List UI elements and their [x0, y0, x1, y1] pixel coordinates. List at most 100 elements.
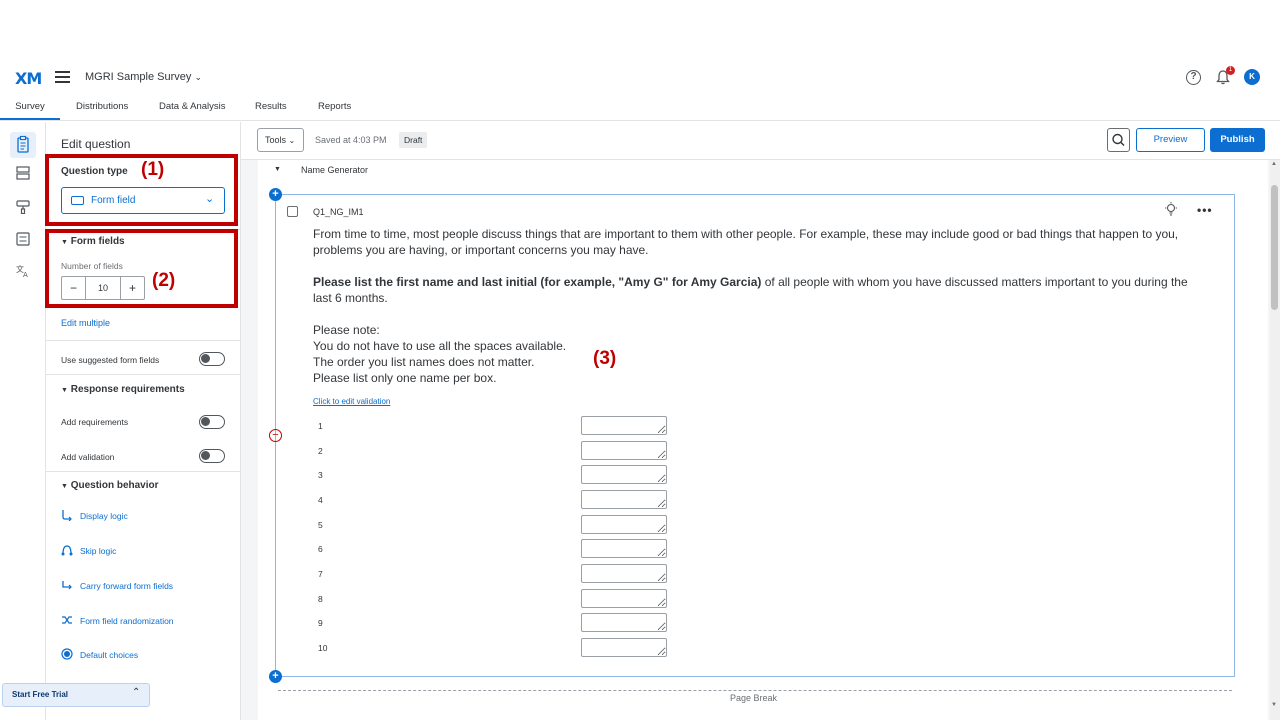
- carry-forward-icon: [61, 579, 73, 591]
- avatar[interactable]: K: [1244, 69, 1260, 85]
- annotation-label-2: (2): [152, 270, 176, 291]
- caret-down-icon: ▼: [61, 387, 68, 394]
- form-field-label: 10: [318, 643, 328, 653]
- form-field-label: 4: [318, 495, 323, 505]
- form-field-label: 3: [318, 470, 323, 480]
- form-field-input[interactable]: [581, 613, 667, 632]
- translate-icon[interactable]: 文A: [16, 264, 30, 279]
- search-icon: [1112, 133, 1125, 147]
- add-requirements-toggle[interactable]: [199, 415, 225, 429]
- main-tabs: Survey Distributions Data & Analysis Res…: [0, 94, 1280, 121]
- form-field-label: 8: [318, 594, 323, 604]
- skip-logic-icon: [61, 544, 73, 556]
- tab-survey[interactable]: Survey: [0, 94, 60, 120]
- tab-data-analysis[interactable]: Data & Analysis: [159, 94, 226, 120]
- caret-down-icon[interactable]: ▼: [274, 166, 281, 173]
- survey-options-icon[interactable]: [16, 232, 30, 246]
- form-field-input[interactable]: [581, 589, 667, 608]
- question-behavior-section-toggle[interactable]: ▼ Question behavior: [61, 480, 159, 491]
- radio-icon: [61, 648, 73, 660]
- add-validation-label: Add validation: [61, 452, 115, 462]
- preview-button[interactable]: Preview: [1136, 128, 1205, 152]
- page-break-line: [278, 690, 1232, 691]
- svg-text:A: A: [23, 271, 28, 278]
- divider: [46, 471, 241, 472]
- tab-results[interactable]: Results: [255, 94, 287, 120]
- question-instruction-bold: Please list the first name and last init…: [313, 275, 762, 289]
- display-logic-icon: [61, 509, 73, 522]
- survey-title: MGRI Sample Survey: [85, 71, 192, 83]
- scroll-down-icon[interactable]: ▼: [1271, 702, 1277, 708]
- annotation-box-2: [45, 229, 238, 308]
- form-field-label: 2: [318, 446, 323, 456]
- form-field-input[interactable]: [581, 465, 667, 484]
- survey-flow-icon[interactable]: [16, 166, 30, 180]
- use-suggested-toggle[interactable]: [199, 352, 225, 366]
- scrollbar-thumb[interactable]: [1271, 185, 1278, 310]
- form-field-input[interactable]: [581, 564, 667, 583]
- tools-button[interactable]: Tools ⌄: [257, 128, 304, 152]
- scroll-up-icon[interactable]: ▲: [1271, 161, 1277, 167]
- note-line: Please list only one name per box.: [313, 371, 497, 385]
- question-select-checkbox[interactable]: [287, 206, 298, 217]
- tools-label: Tools: [265, 135, 287, 145]
- look-and-feel-icon[interactable]: [16, 200, 30, 215]
- search-button[interactable]: [1107, 128, 1130, 152]
- add-question-above-icon[interactable]: +: [269, 188, 282, 201]
- divider: [46, 374, 241, 375]
- saved-status: Saved at 4:03 PM: [315, 135, 387, 145]
- question-behavior-label: Question behavior: [70, 480, 159, 491]
- annotation-label-1: (1): [141, 159, 165, 180]
- form-field-input[interactable]: [581, 441, 667, 460]
- start-free-trial-label: Start Free Trial: [12, 690, 69, 699]
- annotation-label-3: (3): [593, 348, 617, 369]
- question-card[interactable]: [275, 194, 1235, 677]
- add-validation-toggle[interactable]: [199, 449, 225, 463]
- tab-distributions[interactable]: Distributions: [76, 94, 128, 120]
- xm-logo[interactable]: XM: [15, 69, 42, 88]
- response-requirements-section-toggle[interactable]: ▼ Response requirements: [61, 384, 185, 395]
- question-instruction[interactable]: Please list the first name and last init…: [313, 274, 1193, 306]
- lightbulb-icon[interactable]: [1164, 202, 1178, 217]
- use-suggested-label: Use suggested form fields: [61, 355, 160, 365]
- form-field-label: 5: [318, 520, 323, 530]
- edit-multiple-link[interactable]: Edit multiple: [61, 318, 110, 328]
- help-icon[interactable]: ?: [1186, 70, 1201, 85]
- caret-down-icon: ▼: [61, 483, 68, 490]
- note-line: You do not have to use all the spaces av…: [313, 339, 567, 353]
- divider: [46, 340, 241, 341]
- survey-title-dropdown[interactable]: MGRI Sample Survey ⌄: [85, 71, 202, 83]
- more-options-icon[interactable]: •••: [1197, 203, 1213, 217]
- page-break-label[interactable]: Page Break: [730, 693, 777, 703]
- note-title: Please note:: [313, 323, 380, 337]
- form-field-label: 7: [318, 569, 323, 579]
- start-free-trial-button[interactable]: Start Free Trial ⌃: [2, 683, 150, 707]
- block-name[interactable]: Name Generator: [301, 165, 368, 175]
- chevron-up-icon: ⌃: [132, 687, 141, 698]
- left-icon-rail: 文A: [0, 122, 46, 720]
- form-field-label: 1: [318, 421, 323, 431]
- tab-reports[interactable]: Reports: [318, 94, 351, 120]
- draft-badge: Draft: [399, 132, 428, 148]
- menu-icon[interactable]: [55, 71, 70, 83]
- add-question-below-icon[interactable]: +: [269, 670, 282, 683]
- form-field-input[interactable]: [581, 539, 667, 558]
- form-field-input[interactable]: [581, 416, 667, 435]
- chevron-down-icon: ⌄: [194, 72, 202, 82]
- edit-validation-link[interactable]: Click to edit validation: [313, 397, 390, 406]
- question-id[interactable]: Q1_NG_IM1: [313, 207, 364, 217]
- question-text-paragraph[interactable]: From time to time, most people discuss t…: [313, 226, 1193, 258]
- form-field-input[interactable]: [581, 638, 667, 657]
- publish-button[interactable]: Publish: [1210, 128, 1265, 152]
- chevron-down-icon: ⌄: [288, 136, 296, 145]
- form-field-input[interactable]: [581, 490, 667, 509]
- notification-badge: 1: [1226, 66, 1235, 75]
- form-field-label: 9: [318, 618, 323, 628]
- survey-builder-icon[interactable]: [10, 132, 36, 158]
- form-field-label: 6: [318, 544, 323, 554]
- editor-toolbar: Tools ⌄ Saved at 4:03 PM Draft Preview P…: [241, 122, 1280, 160]
- remove-icon[interactable]: −: [269, 429, 282, 442]
- form-field-input[interactable]: [581, 515, 667, 534]
- response-requirements-label: Response requirements: [70, 384, 185, 395]
- note-line: The order you list names does not matter…: [313, 355, 535, 369]
